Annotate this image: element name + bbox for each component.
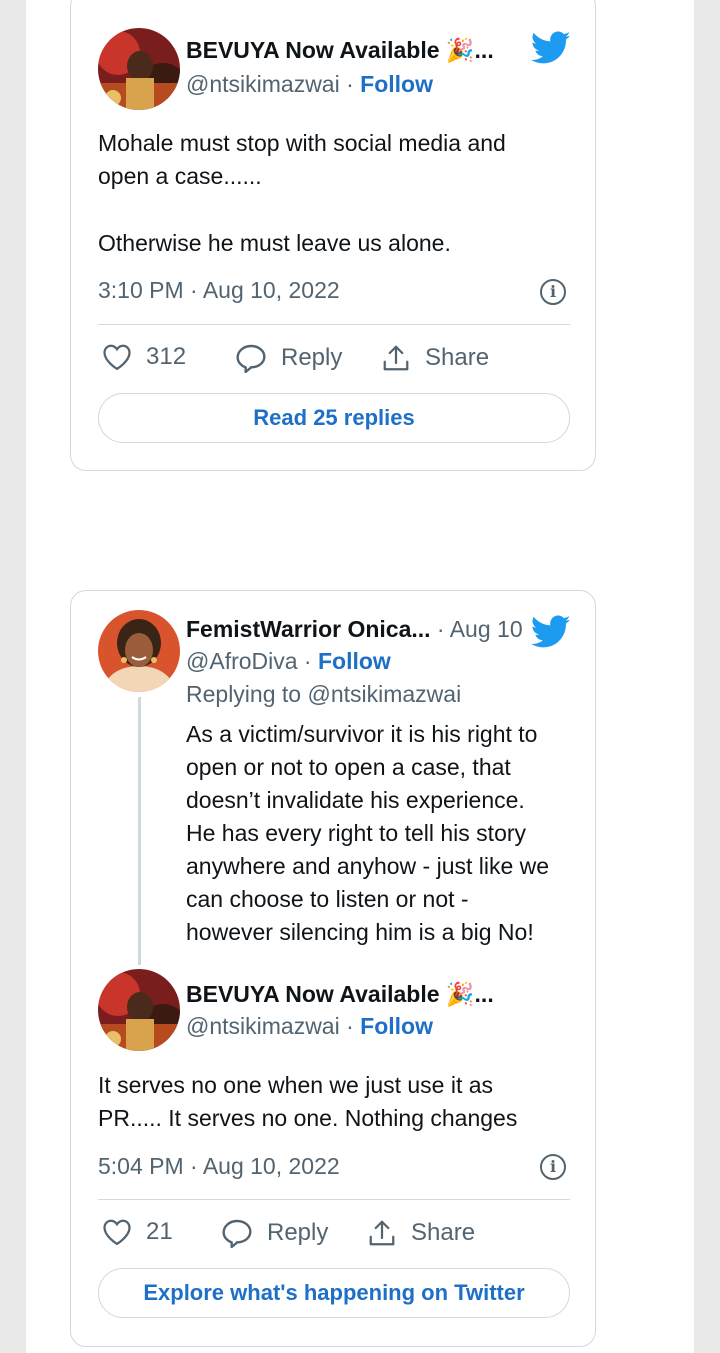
user-handle[interactable]: @ntsikimazwai — [186, 71, 340, 97]
tweet-text-line: PR..... It serves no one. Nothing change… — [98, 1105, 518, 1131]
tweet-card: FemistWarrior Onica... · Aug 10 @AfroDiv… — [70, 590, 596, 1347]
divider — [98, 324, 570, 325]
replying-mention[interactable]: @ntsikimazwai — [307, 681, 461, 707]
tweet-text-line: anywhere and anyhow - just like we — [186, 853, 550, 879]
tweet-date[interactable]: Aug 10 — [450, 616, 523, 642]
reply-button[interactable]: Reply — [221, 1218, 328, 1248]
twitter-bird-icon[interactable] — [531, 31, 571, 65]
twitter-bird-icon[interactable] — [531, 615, 571, 649]
timestamp[interactable]: 3:10 PM · Aug 10, 2022 — [98, 277, 340, 304]
tweet-text-line: open or not to open a case, that — [186, 754, 511, 780]
user-handle[interactable]: @AfroDiva — [186, 648, 298, 674]
tweet-text-line: open a case...... — [98, 163, 262, 189]
follow-link[interactable]: Follow — [360, 71, 433, 97]
display-name[interactable]: BEVUYA Now Available 🎉... — [186, 37, 494, 64]
reply-label: Reply — [281, 344, 343, 371]
like-count: 312 — [146, 343, 187, 370]
display-name[interactable]: BEVUYA Now Available 🎉... — [186, 981, 494, 1008]
avatar[interactable] — [98, 969, 180, 1051]
like-button[interactable]: 312 — [102, 343, 186, 371]
follow-link[interactable]: Follow — [318, 648, 391, 674]
share-icon — [383, 345, 409, 371]
tweet-text-line: doesn’t invalidate his experience. — [186, 787, 525, 813]
explore-twitter-button[interactable]: Explore what's happening on Twitter — [98, 1268, 570, 1318]
tweet-text: It serves no one when we just use it as … — [98, 1069, 517, 1135]
tweet-text-line: He has every right to tell his story — [186, 820, 527, 846]
reply-button[interactable]: Reply — [235, 343, 342, 373]
heart-icon — [103, 344, 131, 371]
heart-icon — [103, 1219, 131, 1246]
display-name[interactable]: FemistWarrior Onica... — [186, 616, 431, 642]
like-button[interactable]: 21 — [102, 1218, 173, 1246]
tweet-text-line: Mohale must stop with social media and — [98, 130, 506, 156]
user-handle[interactable]: @ntsikimazwai — [186, 1013, 340, 1039]
replying-to: Replying to @ntsikimazwai — [186, 681, 461, 708]
reply-label: Reply — [267, 1219, 329, 1246]
handle-row: @ntsikimazwai · Follow — [186, 71, 433, 97]
share-icon — [369, 1220, 395, 1246]
share-label: Share — [425, 344, 490, 371]
reply-bubble-icon — [222, 1219, 252, 1248]
avatar[interactable] — [98, 610, 180, 692]
thread-connector — [138, 697, 141, 965]
follow-link[interactable]: Follow — [360, 1013, 433, 1039]
handle-row: @AfroDiva · Follow — [186, 648, 391, 674]
tweet-text-line: As a victim/survivor it is his right to — [186, 721, 538, 747]
reply-author-row: FemistWarrior Onica... · Aug 10 — [186, 616, 523, 642]
tweet-text-line: can choose to listen or not - — [186, 886, 469, 912]
share-label: Share — [411, 1219, 476, 1246]
reply-bubble-icon — [236, 344, 266, 373]
divider — [98, 1199, 570, 1200]
tweet-card: BEVUYA Now Available 🎉... @ntsikimazwai … — [70, 0, 596, 471]
handle-row: @ntsikimazwai · Follow — [186, 1013, 433, 1039]
avatar[interactable] — [98, 28, 180, 110]
tweet-text: Mohale must stop with social media and o… — [98, 127, 506, 260]
share-button[interactable]: Share — [367, 1218, 475, 1248]
timestamp[interactable]: 5:04 PM · Aug 10, 2022 — [98, 1153, 340, 1180]
info-icon[interactable]: i — [540, 1154, 566, 1180]
tweet-text-line: however silencing him is a big No! — [186, 919, 534, 945]
read-replies-button[interactable]: Read 25 replies — [98, 393, 570, 443]
tweet-text-line: Otherwise he must leave us alone. — [98, 230, 451, 256]
info-icon[interactable]: i — [540, 279, 566, 305]
like-count: 21 — [146, 1218, 173, 1245]
replying-prefix: Replying to — [186, 681, 302, 707]
reply-tweet-text: As a victim/survivor it is his right to … — [186, 718, 549, 949]
share-button[interactable]: Share — [381, 343, 489, 373]
tweet-text-line: It serves no one when we just use it as — [98, 1072, 494, 1098]
